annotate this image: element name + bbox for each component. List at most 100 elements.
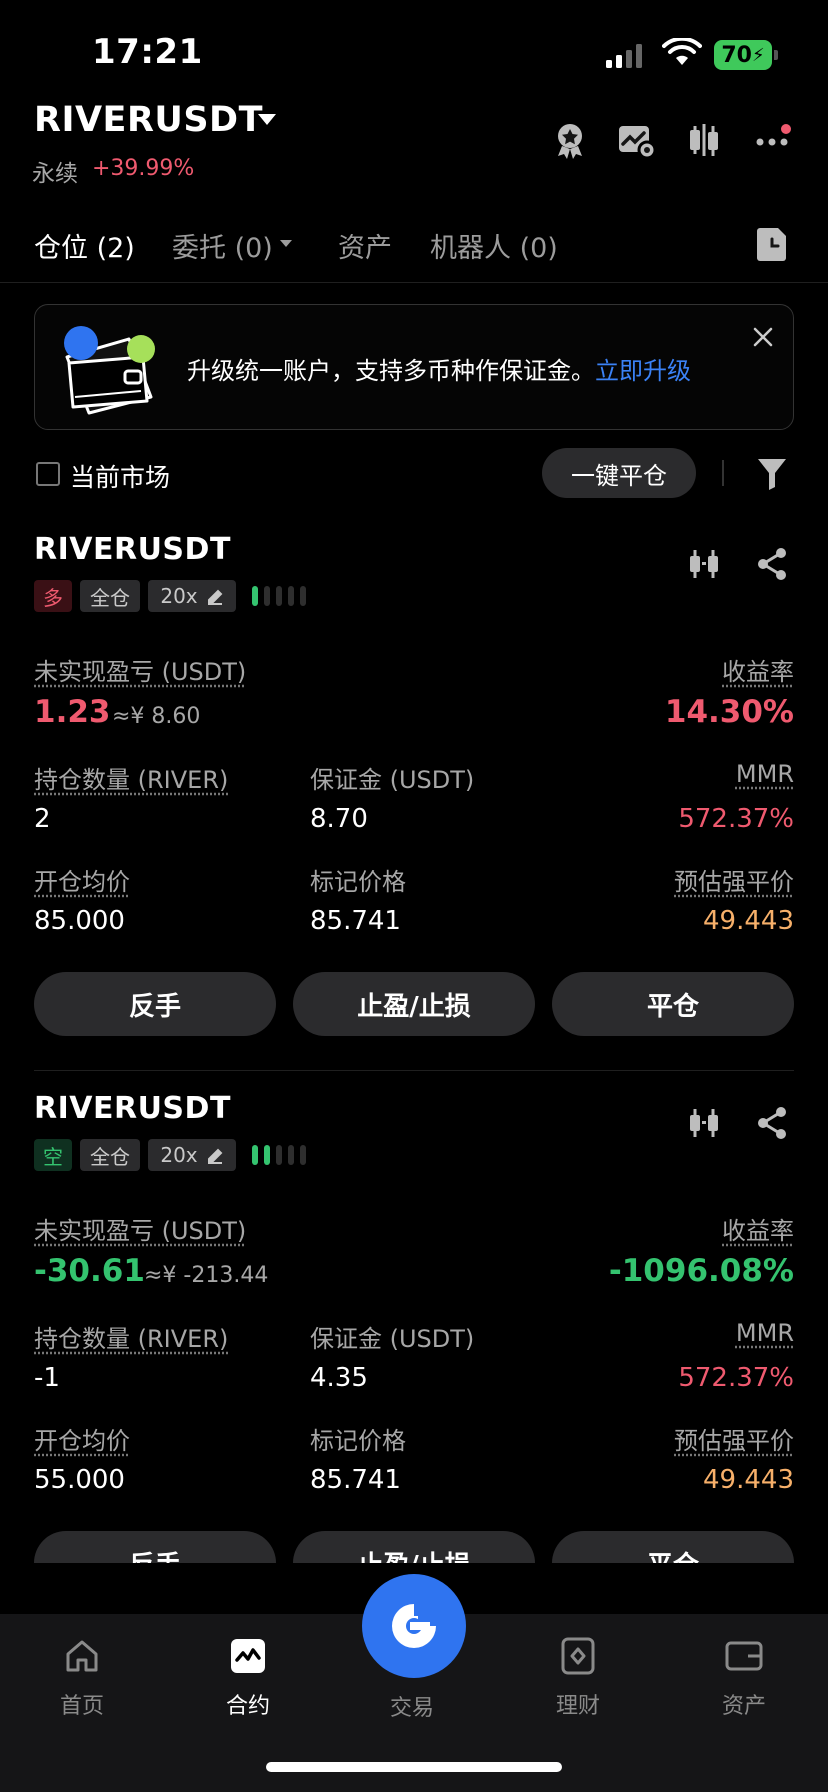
position-symbol[interactable]: RIVERUSDT [34, 532, 231, 567]
leverage-badge[interactable]: 20x [148, 1139, 236, 1171]
current-market-label[interactable]: 当前市场 [70, 458, 170, 494]
candlestick-icon[interactable] [686, 546, 722, 582]
position-side-badge: 空 [34, 1139, 72, 1171]
filter-icon[interactable] [756, 456, 788, 492]
close-all-button[interactable]: 一键平仓 [542, 448, 696, 498]
card-divider [34, 1070, 794, 1071]
margin-label: 保证金 (USDT) [310, 766, 475, 794]
price-change: +39.99% [92, 156, 195, 181]
margin-label: 保证金 (USDT) [310, 1325, 475, 1353]
edit-icon [207, 589, 223, 605]
position-size-value: 2 [34, 804, 51, 834]
upgrade-now-link[interactable]: 立即升级 [595, 357, 691, 385]
nav-earn[interactable]: 理财 [528, 1636, 628, 1736]
tab-assets[interactable]: 资产 [338, 226, 392, 265]
entry-price-label[interactable]: 开仓均价 [34, 862, 130, 897]
order-history-icon[interactable] [756, 226, 788, 262]
candlestick-icon[interactable] [682, 118, 726, 162]
tpsl-button[interactable]: 止盈/止损 [293, 972, 535, 1036]
reverse-position-button[interactable]: 反手 [34, 972, 276, 1036]
chevron-down-icon[interactable] [280, 240, 292, 247]
margin-mode-badge: 全仓 [80, 580, 140, 612]
unrealized-pnl-label[interactable]: 未实现盈亏 (USDT) [34, 1211, 246, 1246]
share-icon[interactable] [754, 546, 790, 582]
contract-type-label: 永续 [32, 161, 78, 187]
position-size-value: -1 [34, 1363, 60, 1393]
leverage-badge[interactable]: 20x [148, 580, 236, 612]
close-position-button[interactable]: 平仓 [552, 972, 794, 1036]
nav-home[interactable]: 首页 [32, 1636, 132, 1736]
nav-trade[interactable]: 交易 [362, 1690, 462, 1740]
home-indicator [266, 1762, 562, 1772]
status-time: 17:21 [92, 32, 203, 72]
banner-message: 升级统一账户，支持多币种作保证金。立即升级 [187, 351, 691, 386]
contract-symbol[interactable]: RIVERUSDT [34, 100, 263, 140]
liq-price-label[interactable]: 预估强平价 [674, 862, 794, 897]
nav-assets[interactable]: 资产 [694, 1636, 794, 1736]
mark-price-label: 标记价格 [310, 1427, 406, 1455]
liq-price-label[interactable]: 预估强平价 [674, 1421, 794, 1456]
tab-orders[interactable]: 委托 (0) [172, 226, 273, 265]
current-market-checkbox[interactable] [36, 462, 60, 486]
position-card: RIVERUSDT 多 全仓 20x 未实现盈亏 (USDT) 收益率 1.23… [0, 532, 828, 1052]
filter-separator [722, 460, 724, 486]
trade-button[interactable] [362, 1574, 466, 1678]
entry-price-value: 85.000 [34, 906, 125, 936]
chart-settings-icon[interactable] [614, 118, 658, 162]
earn-icon [561, 1637, 595, 1675]
share-icon[interactable] [754, 1105, 790, 1141]
position-symbol[interactable]: RIVERUSDT [34, 1091, 231, 1126]
banner-text: 升级统一账户，支持多币种作保证金。 [187, 357, 595, 385]
award-badge-icon[interactable] [548, 118, 592, 162]
liq-price-value: 49.443 [703, 906, 794, 936]
entry-price-label[interactable]: 开仓均价 [34, 1421, 130, 1456]
battery-indicator: 70 ⚡ [714, 40, 772, 70]
position-side-badge: 多 [34, 580, 72, 612]
unrealized-pnl-label[interactable]: 未实现盈亏 (USDT) [34, 652, 246, 687]
liq-price-value: 49.443 [703, 1465, 794, 1495]
leverage-value: 20x [160, 1143, 198, 1167]
position-size-label[interactable]: 持仓数量 (RIVER) [34, 760, 228, 795]
candlestick-icon[interactable] [686, 1105, 722, 1141]
tpsl-button[interactable]: 止盈/止损 [293, 1531, 535, 1563]
mmr-value: 572.37% [678, 804, 794, 834]
reverse-position-button[interactable]: 反手 [34, 1531, 276, 1563]
wallet-illustration-icon [64, 326, 155, 415]
roe-label[interactable]: 收益率 [722, 652, 794, 687]
mark-price-label: 标记价格 [310, 868, 406, 896]
wifi-icon [662, 38, 702, 65]
unrealized-pnl-value: 1.23 [34, 694, 111, 730]
edit-icon [207, 1148, 223, 1164]
battery-tip [774, 50, 778, 60]
mmr-label[interactable]: MMR [736, 1319, 794, 1347]
tab-bots[interactable]: 机器人 (0) [430, 226, 558, 265]
roe-value: -1096.08% [608, 1253, 794, 1289]
trade-icon [392, 1604, 436, 1648]
tabs-divider [0, 282, 828, 283]
close-position-button[interactable]: 平仓 [552, 1531, 794, 1563]
nav-futures-label: 合约 [225, 1694, 270, 1719]
upgrade-account-banner[interactable]: 升级统一账户，支持多币种作保证金。立即升级 [34, 304, 794, 430]
unrealized-pnl-cny: ≈¥ 8.60 [112, 704, 201, 729]
mmr-label[interactable]: MMR [736, 760, 794, 788]
home-icon [66, 1640, 98, 1672]
adl-indicator [252, 1145, 312, 1165]
wallet-icon [725, 1641, 763, 1671]
nav-assets-label: 资产 [721, 1694, 766, 1719]
nav-futures[interactable]: 合约 [198, 1636, 298, 1736]
nav-home-label: 首页 [59, 1694, 104, 1719]
position-size-label[interactable]: 持仓数量 (RIVER) [34, 1319, 228, 1354]
entry-price-value: 55.000 [34, 1465, 125, 1495]
more-options-icon[interactable] [752, 118, 796, 162]
close-icon[interactable] [751, 325, 775, 349]
nav-trade-label: 交易 [389, 1696, 434, 1721]
roe-label[interactable]: 收益率 [722, 1211, 794, 1246]
tab-positions[interactable]: 仓位 (2) [34, 226, 135, 265]
margin-mode-badge: 全仓 [80, 1139, 140, 1171]
adl-indicator [252, 586, 312, 606]
leverage-value: 20x [160, 584, 198, 608]
nav-earn-label: 理财 [555, 1694, 600, 1719]
unrealized-pnl-cny: ≈¥ -213.44 [144, 1263, 269, 1288]
cellular-signal-icon [606, 44, 642, 68]
chevron-down-icon[interactable] [258, 114, 276, 125]
